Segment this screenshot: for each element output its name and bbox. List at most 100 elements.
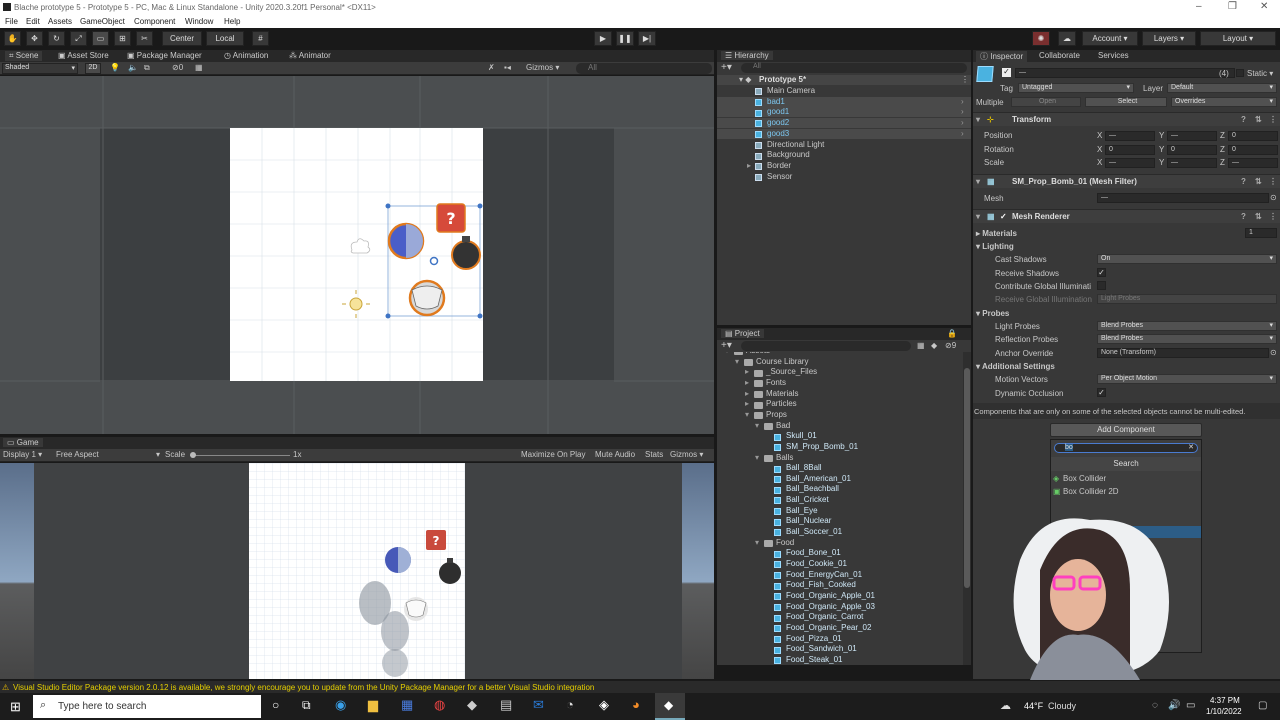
audio-icon[interactable]: 🔈 [128,63,138,72]
tab-animation[interactable]: ◷ Animation [224,51,268,60]
project-asset[interactable]: Ball_Beachball [717,484,963,494]
layers-dropdown[interactable]: Layers ▾ [1142,31,1196,46]
cast-shadows-dropdown[interactable]: On ▾ [1097,254,1277,264]
probes-foldout[interactable]: ▾ Probes [976,309,1009,318]
menu-help[interactable]: Help [224,17,240,26]
unity-hub-icon[interactable]: ◈ [599,697,609,713]
status-message[interactable]: Visual Studio Editor Package version 2.0… [13,683,594,692]
scale-y-field[interactable]: — [1167,158,1217,168]
scale-z-field[interactable]: — [1228,158,1278,168]
menu-component[interactable]: Component [134,17,175,26]
expand-arrow-icon[interactable]: ▸ [745,389,749,398]
additional-settings-foldout[interactable]: ▾ Additional Settings [976,362,1055,371]
project-asset[interactable]: Food_Organic_Apple_03 [717,602,963,612]
project-folder[interactable]: ▸ Particles [717,399,963,409]
play-button-icon[interactable]: ▶ [594,31,612,46]
menu-file[interactable]: File [5,17,18,26]
open-prefab-button[interactable]: Open [1011,97,1081,107]
tab-inspector[interactable]: ⓘ Inspector [976,51,1028,62]
component-menu-icon[interactable]: ⋮ [1269,115,1277,124]
weather-desc[interactable]: Cloudy [1048,701,1076,711]
cortana-icon[interactable]: ○ [272,698,279,712]
open-prefab-arrow-icon[interactable]: › [961,129,964,138]
lighting-icon[interactable]: 💡 [110,63,120,72]
account-dropdown[interactable]: Account ▾ [1082,31,1138,46]
mesh-renderer-checkbox[interactable]: ✓ [1000,212,1007,221]
materials-foldout[interactable]: ▸ Materials [976,229,1017,238]
hidden-packages-icon[interactable]: ⊘9 [945,341,956,350]
result-box-collider[interactable]: ◈ Box Collider [1051,473,1201,485]
blender-icon[interactable]: ◕ [632,697,640,712]
battery-icon[interactable]: ▭ [1186,700,1195,711]
expand-arrow-icon[interactable]: ▸ [747,161,751,170]
search-by-type-icon[interactable]: ▦ [917,341,925,350]
hierarchy-item[interactable]: good1 › [717,107,971,118]
contribute-gi-checkbox[interactable] [1097,281,1106,290]
project-asset[interactable]: Food_Organic_Carrot [717,612,963,622]
aspect-dropdown[interactable]: Free Aspect ▾ [56,450,160,459]
scale-slider[interactable] [190,455,290,456]
rotate-tool-icon[interactable]: ↻ [48,31,65,46]
weather-temp[interactable]: 44°F [1024,701,1043,711]
project-asset[interactable]: Ball_Soccer_01 [717,527,963,537]
anchor-override-field[interactable]: None (Transform) [1097,348,1269,358]
expand-arrow-icon[interactable]: ▾ [755,453,759,462]
pause-button-icon[interactable]: ❚❚ [616,31,634,46]
project-folder[interactable]: ▸ Materials [717,389,963,399]
rotation-y-field[interactable]: 0 [1167,145,1217,155]
task-view-icon[interactable]: ⧉ [302,698,311,713]
grid-snap-icon[interactable]: # [252,31,269,46]
2d-toggle[interactable]: 2D [85,63,101,74]
camera-icon[interactable]: ▪◂ [504,63,511,72]
mesh-field[interactable]: — [1097,193,1269,203]
hand-tool-icon[interactable]: ✋ [4,31,21,46]
static-checkbox[interactable] [1236,69,1244,77]
project-asset[interactable]: Food_Bone_01 [717,548,963,558]
component-menu-icon[interactable]: ⋮ [1269,212,1277,221]
game-gizmos-dropdown[interactable]: Gizmos ▾ [670,450,703,459]
project-folder[interactable]: ▾ Food [717,538,963,548]
menu-window[interactable]: Window [185,17,213,26]
object-name-field[interactable]: — [1015,68,1235,78]
mesh-filter-header[interactable]: ▾ ▦ SM_Prop_Bomb_01 (Mesh Filter) ? ⇅ ⋮ [973,174,1280,188]
gizmos-dropdown[interactable]: Gizmos ▾ [526,63,570,72]
project-asset[interactable]: Food_Sandwich_01 [717,644,963,654]
scale-tool-icon[interactable]: ⤢ [70,31,87,46]
minimize-icon[interactable]: – [1196,1,1202,12]
scene-header-row[interactable]: ▾ ◆ Prototype 5* ⋮ [717,75,971,85]
static-dropdown[interactable]: Static ▾ [1247,69,1273,78]
scene-viewport[interactable]: ? [0,76,714,434]
tab-collaborate[interactable]: Collaborate [1039,51,1080,60]
dynamic-occlusion-checkbox[interactable]: ✓ [1097,388,1106,397]
scene-menu-icon[interactable]: ⋮ [961,75,969,84]
receive-shadows-checkbox[interactable]: ✓ [1097,268,1106,277]
unity-editor-taskbar-button[interactable]: ◆ [655,693,685,720]
presets-icon[interactable]: ⇅ [1255,115,1262,124]
menu-gameobject[interactable]: GameObject [80,17,125,26]
position-y-field[interactable]: — [1167,131,1217,141]
project-folder[interactable]: ▾ Props [717,410,963,420]
project-asset[interactable]: Food_Organic_Pear_02 [717,623,963,633]
collab-icon[interactable]: ✺ [1032,31,1050,46]
hierarchy-item[interactable]: bad1 › [717,96,971,107]
hidden-objects-icon[interactable]: ⊘0 [172,63,183,72]
project-asset[interactable]: Food_EnergyCan_01 [717,570,963,580]
object-picker-icon[interactable]: ⊙ [1270,193,1277,202]
hierarchy-search-input[interactable]: All [741,63,967,73]
notifications-icon[interactable]: ▢ [1258,700,1267,711]
mesh-renderer-header[interactable]: ▾ ▦ ✓ Mesh Renderer ? ⇅ ⋮ [973,209,1280,223]
project-asset[interactable]: Food_Steak_01 [717,655,963,665]
add-component-button[interactable]: Add Component [1050,423,1202,437]
layer-dropdown[interactable]: Default ▾ [1167,83,1277,93]
tab-services[interactable]: Services [1098,51,1129,60]
project-lock-icon[interactable]: 🔒 [947,329,957,338]
hierarchy-item[interactable]: Directional Light [717,140,971,150]
layout-dropdown[interactable]: Layout ▾ [1200,31,1276,46]
help-icon[interactable]: ? [1241,115,1246,124]
chrome-icon[interactable]: ◍ [434,697,445,713]
project-folder[interactable]: ▸ Fonts [717,378,963,388]
object-picker-icon[interactable]: ⊙ [1270,348,1277,357]
hierarchy-item[interactable]: good3 › [717,128,971,139]
rotation-x-field[interactable]: 0 [1105,145,1155,155]
hierarchy-item[interactable]: Sensor [717,172,971,182]
